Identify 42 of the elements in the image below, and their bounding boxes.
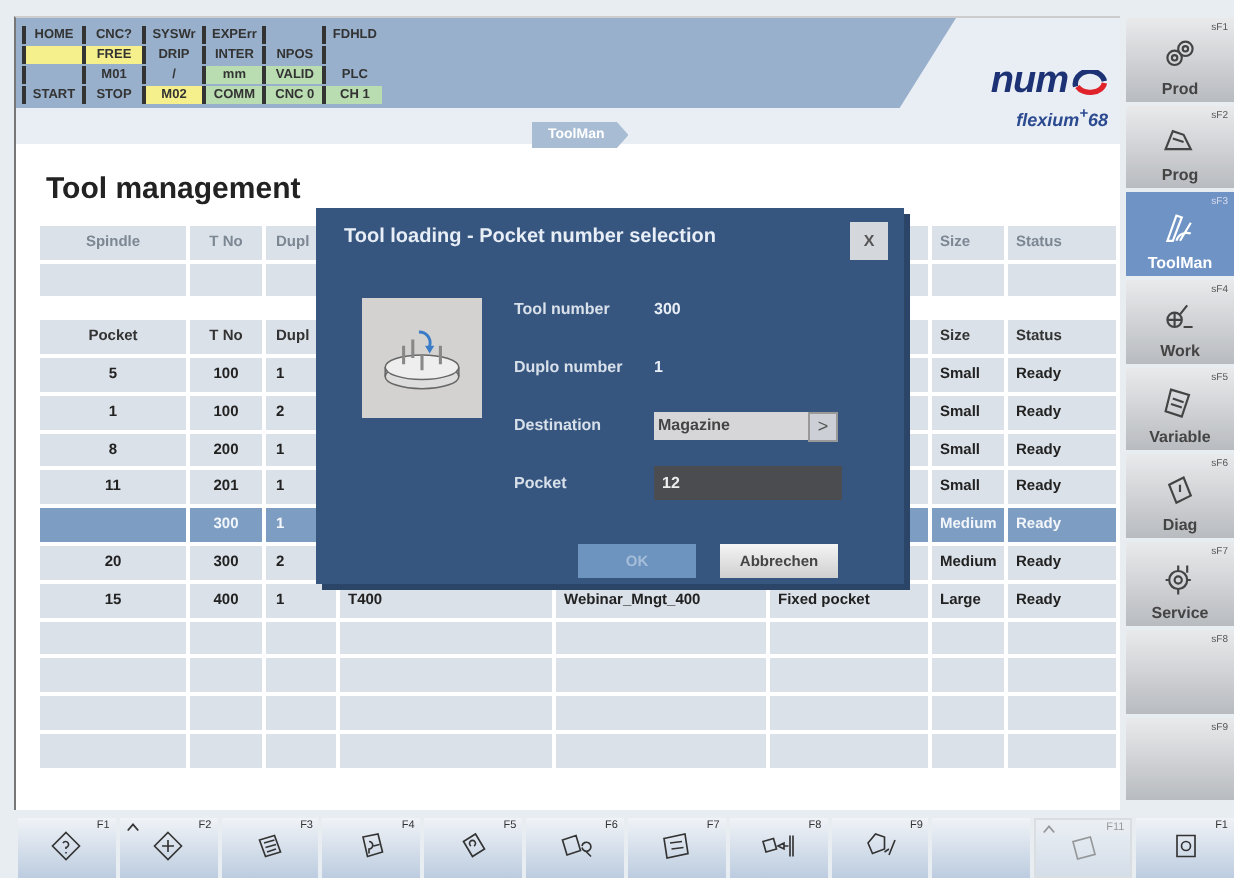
- table-cell: [190, 658, 262, 693]
- function-key[interactable]: [932, 818, 1031, 878]
- tool-magazine-drawing: [362, 298, 482, 418]
- table-cell: [932, 263, 1004, 297]
- table-cell: [932, 733, 1004, 768]
- table-cell: [190, 696, 262, 730]
- table-cell: [266, 696, 336, 730]
- table-cell: [932, 658, 1004, 693]
- table-cell: [266, 733, 336, 768]
- caret-icon: [1042, 824, 1057, 834]
- table-cell: [190, 621, 262, 655]
- page-title: Tool management: [46, 172, 303, 206]
- dropdown-button[interactable]: >: [808, 411, 838, 441]
- table-cell: [1008, 621, 1116, 655]
- product-logo: flexium$^{+}$68: [1016, 104, 1108, 130]
- input-field[interactable]: 12: [654, 466, 842, 500]
- table-cell: [932, 621, 1004, 655]
- caret-icon: [125, 822, 140, 832]
- help-icon: [48, 828, 85, 864]
- field-label: Pocket: [514, 472, 569, 496]
- logo-swirl-icon: [1072, 69, 1108, 95]
- table-cell: [1008, 696, 1116, 730]
- table-cell: [1008, 263, 1116, 297]
- document-icon: [658, 828, 695, 864]
- field-value: 1: [654, 358, 665, 376]
- field-label: Tool number: [514, 298, 612, 322]
- dialog-title: Tool loading - Pocket number selection: [344, 226, 716, 248]
- table-cell: [190, 733, 262, 768]
- table-cell: [266, 658, 336, 693]
- table-cell: [932, 696, 1004, 730]
- dropdown-field[interactable]: Magazine: [654, 411, 808, 439]
- table-cell: [1008, 658, 1116, 693]
- table-cell: [1008, 733, 1116, 768]
- table-cell: [190, 263, 262, 297]
- field-label: Duplo number: [514, 356, 625, 380]
- field-label: Destination: [514, 414, 604, 438]
- plus-icon: [150, 828, 187, 864]
- brand-logo: num: [990, 64, 1068, 100]
- table-cell: [266, 621, 336, 655]
- table-cell[interactable]: [40, 508, 186, 542]
- close-button[interactable]: X: [850, 222, 888, 260]
- field-value: 300: [654, 300, 683, 318]
